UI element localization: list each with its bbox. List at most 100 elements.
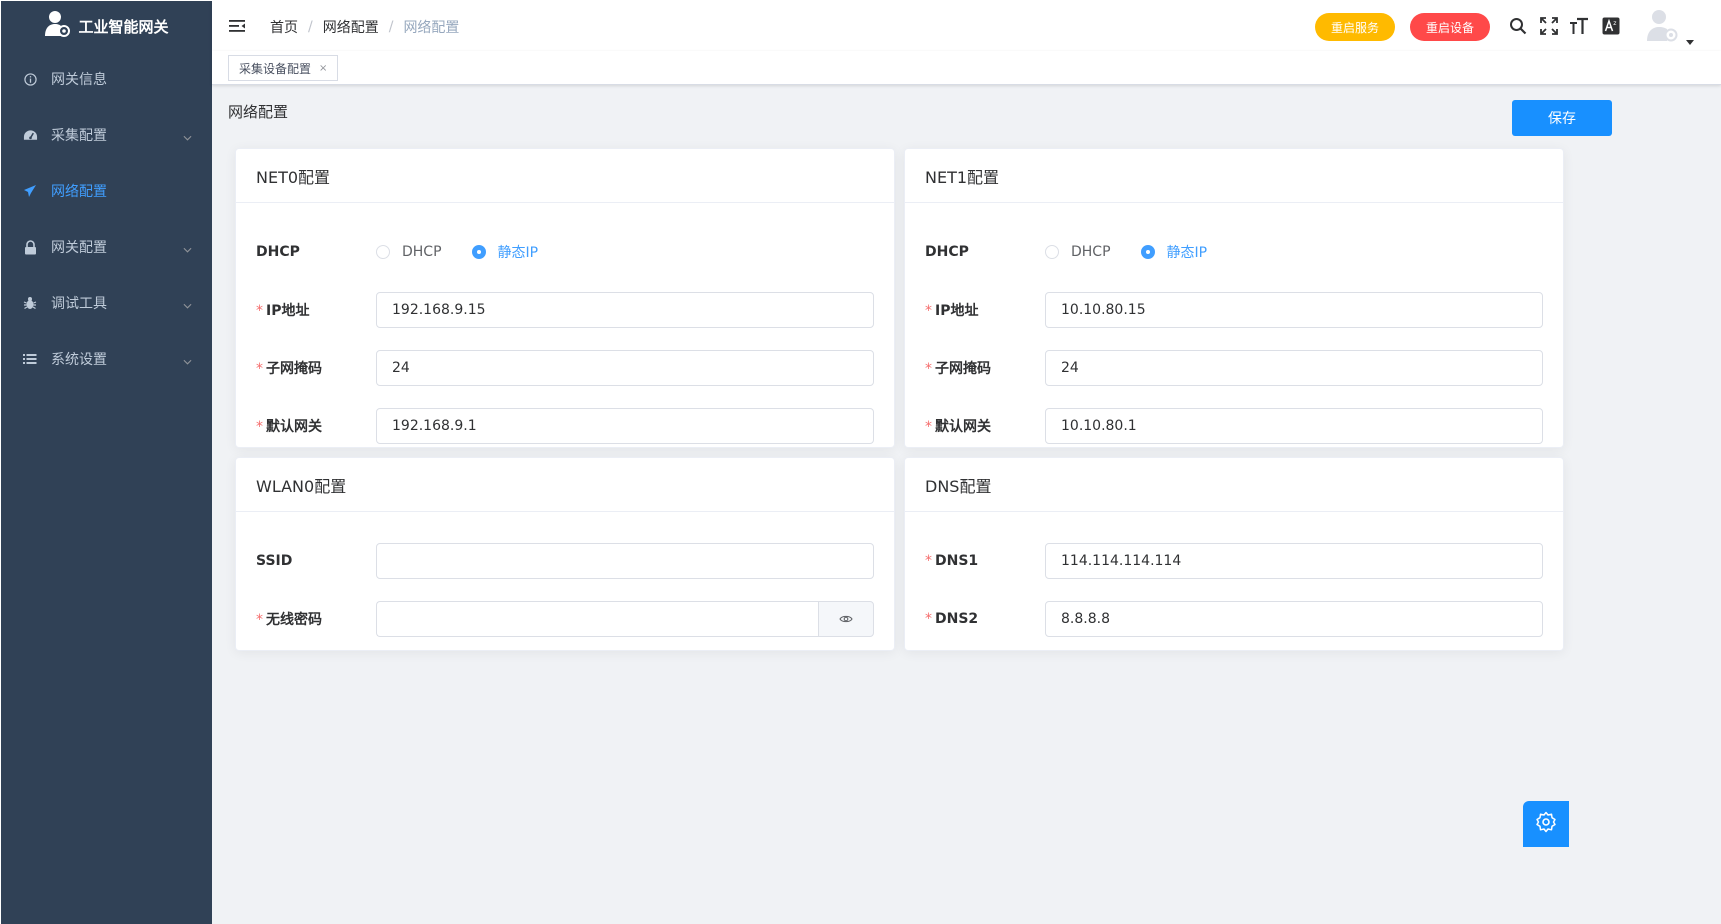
mask-label: * 子网掩码 xyxy=(256,361,322,377)
breadcrumb-home[interactable]: 首页 xyxy=(270,17,298,37)
list-icon xyxy=(21,350,39,368)
hamburger-icon[interactable] xyxy=(228,17,246,35)
gateway-label: * 默认网关 xyxy=(925,419,991,435)
dns2-row: * DNS2 8.8.8.8 xyxy=(925,590,1543,648)
dns1-label: * DNS1 xyxy=(925,553,979,569)
avatar[interactable] xyxy=(1644,7,1680,43)
sidebar-item-label: 采集配置 xyxy=(51,128,107,144)
radio-label: 静态IP xyxy=(497,245,539,261)
net0-ip-row: * IP地址 192.168.9.15 xyxy=(256,281,874,339)
radio-circle xyxy=(1140,245,1155,259)
info-icon xyxy=(21,70,39,88)
net1-ip-input[interactable]: 10.10.80.15 xyxy=(1045,292,1543,328)
wlan0-card: WLAN0配置 SSID * 无线密码 xyxy=(235,457,895,651)
tags-view: 采集设备配置 × xyxy=(212,51,1721,85)
breadcrumb: 首页 / 网络配置 / 网络配置 xyxy=(270,17,459,37)
dns2-input[interactable]: 8.8.8.8 xyxy=(1045,601,1543,637)
chevron-down-icon xyxy=(183,353,192,369)
gear-icon xyxy=(1535,811,1557,837)
net1-mask-row: * 子网掩码 24 xyxy=(925,339,1543,397)
caret-down-icon[interactable] xyxy=(1686,33,1694,49)
chevron-down-icon xyxy=(183,241,192,257)
sidebar-item-label: 调试工具 xyxy=(51,296,107,312)
fullscreen-icon[interactable] xyxy=(1539,16,1559,36)
sidebar-item-label: 系统设置 xyxy=(51,352,107,368)
radio-label: 静态IP xyxy=(1166,245,1208,261)
wlan0-password-row: * 无线密码 xyxy=(256,590,874,648)
sidebar-item-label: 网关配置 xyxy=(51,240,107,256)
net0-mode-radio-group: DHCP 静态IP xyxy=(376,242,568,262)
ssid-label: SSID xyxy=(256,553,293,569)
net1-gateway-row: * 默认网关 10.10.80.1 xyxy=(925,397,1543,455)
net1-ip-row: * IP地址 10.10.80.15 xyxy=(925,281,1543,339)
radio-circle xyxy=(376,245,390,259)
sidebar-item-label: 网关信息 xyxy=(51,72,107,88)
lock-icon xyxy=(21,238,39,256)
sidebar-item-gateway-info[interactable]: 网关信息 xyxy=(1,51,212,107)
tag-label: 采集设备配置 xyxy=(239,61,312,76)
card-title: NET0配置 xyxy=(236,149,894,203)
sidebar-item-gateway-config[interactable]: 网关配置 xyxy=(1,219,212,275)
chevron-down-icon xyxy=(183,297,192,313)
net1-card: NET1配置 DHCP DHCP 静态IP * IP地址 10.10.80.15 … xyxy=(904,148,1564,448)
font-size-icon[interactable] xyxy=(1569,16,1589,36)
net0-gateway-input[interactable]: 192.168.9.1 xyxy=(376,408,874,444)
radio-label: DHCP xyxy=(1071,244,1111,260)
net0-mask-row: * 子网掩码 24 xyxy=(256,339,874,397)
dns-card: DNS配置 * DNS1 114.114.114.114 * DNS2 8.8.8.… xyxy=(904,457,1564,651)
dns1-input[interactable]: 114.114.114.114 xyxy=(1045,543,1543,579)
sidebar-item-system-settings[interactable]: 系统设置 xyxy=(1,331,212,387)
card-title: WLAN0配置 xyxy=(236,458,894,512)
breadcrumb-network-config[interactable]: 网络配置 xyxy=(323,17,379,37)
chevron-down-icon xyxy=(183,129,192,145)
net0-ip-input[interactable]: 192.168.9.15 xyxy=(376,292,874,328)
sidebar-item-debug-tools[interactable]: 调试工具 xyxy=(1,275,212,331)
password-label: * 无线密码 xyxy=(256,612,322,628)
app-frame: 工业智能网关 网关信息 采集配置 网络配置 网关配置 调试工具 系统设置 首页 … xyxy=(1,1,1721,924)
tag-collect-device-config[interactable]: 采集设备配置 × xyxy=(228,55,339,81)
wlan0-ssid-input[interactable] xyxy=(376,543,874,579)
eye-icon[interactable] xyxy=(818,601,874,637)
gateway-label: * 默认网关 xyxy=(256,419,322,435)
wlan0-password-group xyxy=(376,601,874,637)
close-icon[interactable]: × xyxy=(319,63,327,74)
sidebar-item-network-config[interactable]: 网络配置 xyxy=(1,163,212,219)
search-icon[interactable] xyxy=(1508,16,1528,36)
net1-mask-input[interactable]: 24 xyxy=(1045,350,1543,386)
translate-icon[interactable]: z xyxy=(1601,16,1621,36)
net1-radio-dhcp[interactable]: DHCP xyxy=(1045,244,1111,260)
user-gear-icon xyxy=(44,10,71,42)
save-button[interactable]: 保存 xyxy=(1512,100,1612,136)
card-title: NET1配置 xyxy=(905,149,1563,203)
dns2-label: * DNS2 xyxy=(925,611,979,627)
mask-label: * 子网掩码 xyxy=(925,361,991,377)
dhcp-label: DHCP xyxy=(256,244,300,260)
wlan0-ssid-row: SSID xyxy=(256,532,874,590)
restart-service-button[interactable]: 重启服务 xyxy=(1315,13,1395,41)
paper-plane-icon xyxy=(21,182,39,200)
net0-radio-dhcp[interactable]: DHCP xyxy=(376,244,442,260)
net1-gateway-input[interactable]: 10.10.80.1 xyxy=(1045,408,1543,444)
ip-label: * IP地址 xyxy=(925,303,979,319)
sidebar-menu: 网关信息 采集配置 网络配置 网关配置 调试工具 系统设置 xyxy=(1,51,212,387)
net0-dhcp-row: DHCP DHCP 静态IP xyxy=(256,223,874,281)
app-title: 工业智能网关 xyxy=(78,17,169,36)
net0-mask-input[interactable]: 24 xyxy=(376,350,874,386)
sidebar-item-collect-config[interactable]: 采集配置 xyxy=(1,107,212,163)
breadcrumb-separator: / xyxy=(308,19,313,35)
radio-label: DHCP xyxy=(402,244,442,260)
net0-radio-static[interactable]: 静态IP xyxy=(471,242,539,262)
dashboard-icon xyxy=(21,126,39,144)
page-title: 网络配置 xyxy=(228,103,289,121)
settings-fab[interactable] xyxy=(1523,801,1569,847)
radio-circle xyxy=(471,245,486,259)
wlan0-password-input[interactable] xyxy=(376,601,818,637)
net1-dhcp-row: DHCP DHCP 静态IP xyxy=(925,223,1543,281)
svg-text:z: z xyxy=(1613,20,1616,27)
restart-device-button[interactable]: 重启设备 xyxy=(1410,13,1490,41)
breadcrumb-current: 网络配置 xyxy=(403,20,460,36)
navbar: 首页 / 网络配置 / 网络配置 重启服务 重启设备 z xyxy=(212,1,1721,51)
net1-radio-static[interactable]: 静态IP xyxy=(1140,242,1208,262)
net1-mode-radio-group: DHCP 静态IP xyxy=(1045,242,1237,262)
logo[interactable]: 工业智能网关 xyxy=(1,1,212,51)
